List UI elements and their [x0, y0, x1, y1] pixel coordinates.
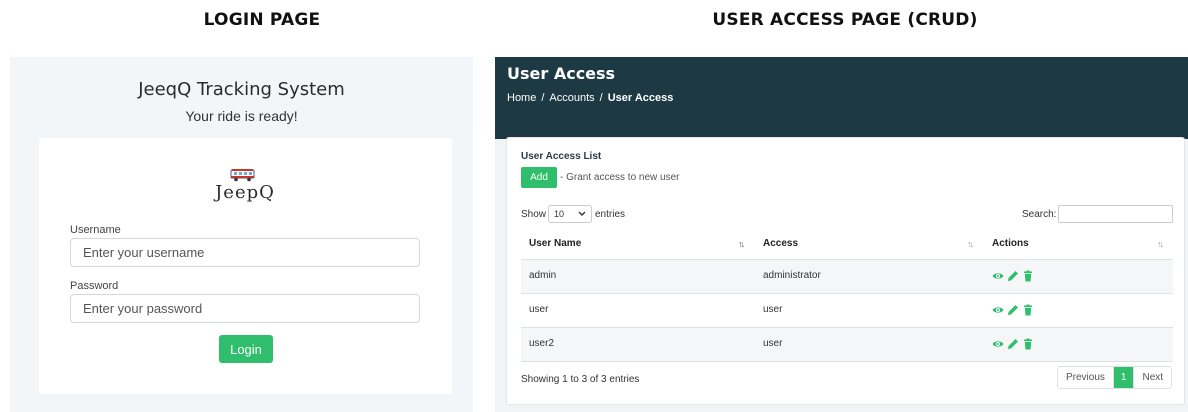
login-subtitle: Your ride is ready! — [185, 108, 298, 124]
eye-icon[interactable] — [992, 270, 1004, 282]
show-label: Show — [521, 209, 547, 220]
breadcrumb-accounts[interactable]: Accounts — [549, 92, 594, 104]
next-page-button[interactable]: Next — [1133, 367, 1172, 388]
breadcrumb: Home / Accounts / User Access — [507, 92, 673, 104]
table-row: user2 user — [521, 328, 1173, 361]
eye-icon[interactable] — [992, 338, 1004, 350]
page-header: User Access Home / Accounts / User Access — [495, 57, 1188, 139]
password-label: Password — [70, 280, 119, 292]
sort-icon[interactable]: ↑↓ — [1157, 239, 1164, 249]
user-access-page-panel: User Access Home / Accounts / User Access Us… — [495, 57, 1188, 412]
sort-icon[interactable]: ↑↓ — [738, 239, 745, 249]
user-access-card: User Access List Add - Grant access to n… — [506, 137, 1185, 405]
breadcrumb-separator: / — [541, 92, 545, 104]
access-cell: user — [763, 304, 783, 315]
add-description: - Grant access to new user — [560, 172, 680, 183]
trash-icon[interactable] — [1022, 338, 1034, 350]
eye-icon[interactable] — [992, 304, 1004, 316]
search-input[interactable] — [1058, 205, 1173, 223]
page-size-select[interactable]: 10 — [548, 205, 592, 223]
logo-wordmark: JeepQ — [215, 182, 275, 203]
table-divider — [521, 361, 1173, 362]
breadcrumb-current: User Access — [607, 92, 674, 104]
add-user-button[interactable]: Add — [521, 167, 557, 188]
pencil-icon[interactable] — [1007, 270, 1019, 282]
access-cell: user — [763, 338, 783, 349]
chevron-down-icon — [578, 206, 586, 227]
access-cell: administrator — [763, 270, 821, 281]
column-header-access[interactable]: Access — [763, 238, 798, 249]
breadcrumb-home[interactable]: Home — [507, 92, 536, 104]
login-page-panel: JeeqQ Tracking System Your ride is ready… — [10, 57, 473, 412]
password-input[interactable] — [70, 294, 420, 323]
table-row: user user — [521, 294, 1173, 327]
column-header-actions[interactable]: Actions — [992, 238, 1029, 249]
pencil-icon[interactable] — [1007, 304, 1019, 316]
search-label: Search: — [1022, 209, 1057, 220]
pencil-icon[interactable] — [1007, 338, 1019, 350]
login-card: JeepQ Username Password Login — [39, 138, 452, 394]
table-row: admin administrator — [521, 260, 1173, 293]
pagination: Previous 1 Next — [1057, 366, 1173, 389]
login-title: JeeqQ Tracking System — [138, 79, 345, 100]
entries-label: entries — [595, 209, 626, 220]
page-title: User Access — [507, 64, 616, 83]
column-header-username[interactable]: User Name — [529, 238, 581, 249]
page-1-button[interactable]: 1 — [1112, 367, 1134, 388]
login-page-caption: LOGIN PAGE — [203, 10, 321, 30]
trash-icon[interactable] — [1022, 304, 1034, 316]
username-cell: admin — [529, 270, 557, 281]
card-title: User Access List — [521, 151, 602, 162]
username-cell: user2 — [529, 338, 555, 349]
username-input[interactable] — [70, 238, 420, 267]
jeepq-logo: JeepQ — [215, 168, 275, 206]
user-access-page-caption: USER ACCESS PAGE (CRUD) — [712, 10, 978, 30]
page-size-value: 10 — [554, 209, 565, 219]
username-cell: user — [529, 304, 549, 315]
username-label: Username — [70, 224, 121, 236]
previous-page-button[interactable]: Previous — [1058, 367, 1113, 388]
jeepney-icon — [230, 169, 255, 182]
trash-icon[interactable] — [1022, 270, 1034, 282]
sort-icon[interactable]: ↑↓ — [967, 239, 974, 249]
table-info: Showing 1 to 3 of 3 entries — [521, 374, 640, 385]
breadcrumb-separator: / — [599, 92, 603, 104]
login-button[interactable]: Login — [219, 335, 273, 363]
